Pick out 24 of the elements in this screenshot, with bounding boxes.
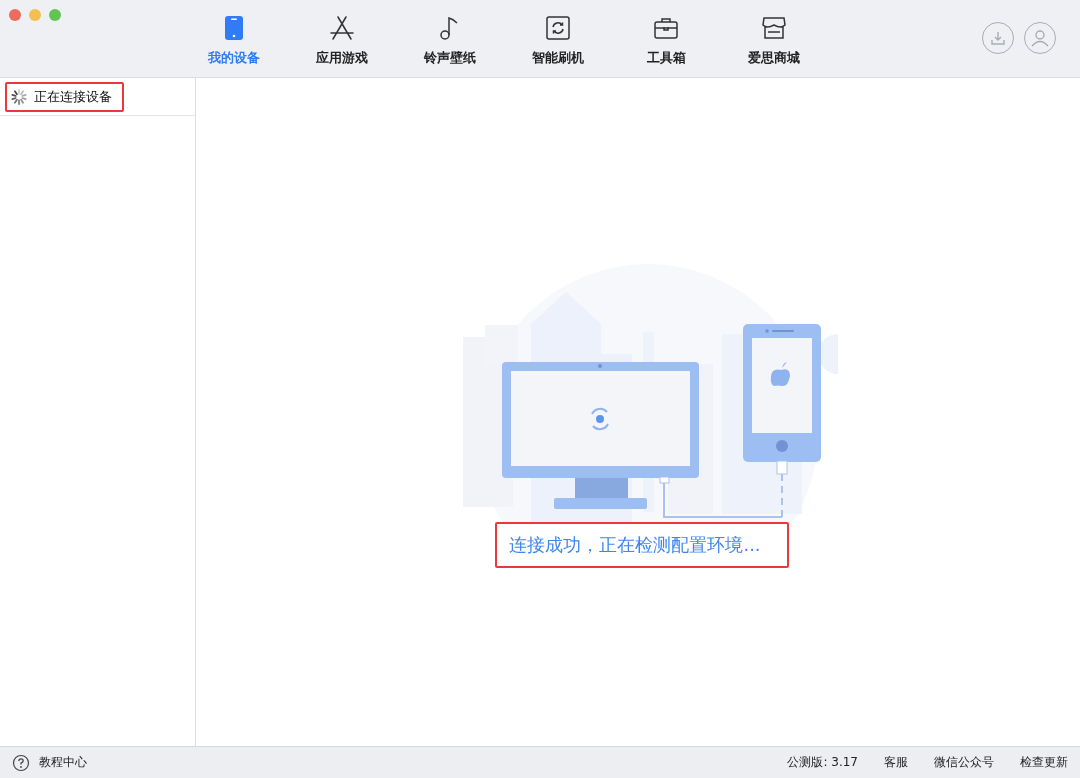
tutorial-link[interactable]: 教程中心 xyxy=(39,754,87,771)
version-label: 公测版: 3.17 xyxy=(787,754,858,771)
close-button[interactable] xyxy=(9,9,21,21)
toolbar-tab[interactable]: 铃声壁纸 xyxy=(396,0,504,77)
toolbox-icon xyxy=(653,15,679,41)
minimize-button[interactable] xyxy=(29,9,41,21)
toolbar-tab[interactable]: 工具箱 xyxy=(612,0,720,77)
toolbar-tab[interactable]: 智能刷机 xyxy=(504,0,612,77)
footer-link[interactable]: 微信公众号 xyxy=(934,754,994,771)
help-icon[interactable] xyxy=(12,753,30,772)
footer-link[interactable]: 检查更新 xyxy=(1020,754,1068,771)
tablet-icon xyxy=(224,15,244,41)
loading-spinner-icon xyxy=(10,88,28,106)
download-icon xyxy=(990,30,1006,46)
zoom-button[interactable] xyxy=(49,9,61,21)
toolbar-tab[interactable]: 爱思商城 xyxy=(720,0,828,77)
app-store-icon xyxy=(329,15,355,41)
store-icon xyxy=(761,15,787,41)
refresh-square-icon xyxy=(545,15,571,41)
footer-link[interactable]: 客服 xyxy=(884,754,908,771)
connection-status-message: 连接成功，正在检测配置环境... xyxy=(509,534,761,555)
device-status-label: 正在连接设备 xyxy=(34,88,112,106)
user-icon xyxy=(1029,27,1051,49)
toolbar-tab[interactable]: 应用游戏 xyxy=(288,0,396,77)
